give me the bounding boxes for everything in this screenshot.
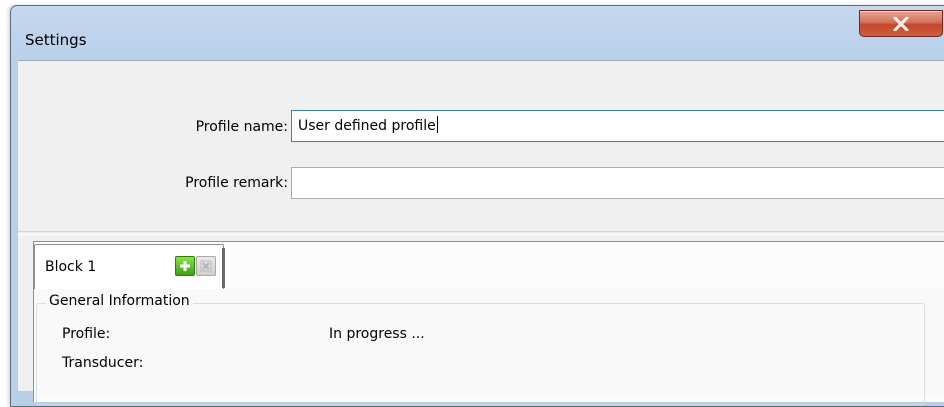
tab-block-1[interactable]: Block 1	[34, 244, 224, 289]
close-button[interactable]	[859, 10, 943, 37]
settings-window: Settings Profile name: User defined prof…	[10, 5, 944, 407]
title-bar[interactable]: Settings	[11, 6, 944, 66]
transducer-info-label: Transducer:	[62, 355, 144, 371]
remove-block-button[interactable]	[196, 256, 216, 276]
profile-name-label: Profile name:	[195, 119, 288, 135]
profile-remark-input[interactable]	[291, 167, 944, 199]
remove-icon	[200, 260, 212, 272]
add-block-button[interactable]	[175, 256, 195, 276]
tab-strip-edge	[222, 248, 225, 288]
general-information-group	[36, 303, 925, 405]
profile-name-input[interactable]: User defined profile	[291, 110, 944, 142]
plus-icon	[180, 261, 190, 271]
general-information-title: General Information	[46, 293, 193, 309]
profile-remark-label: Profile remark:	[185, 175, 288, 191]
section-divider	[18, 231, 944, 235]
profile-info-label: Profile:	[62, 326, 111, 342]
text-caret	[436, 116, 438, 133]
close-icon	[893, 16, 909, 31]
tab-label: Block 1	[45, 259, 97, 275]
dialog-client-area: Profile name: User defined profile Profi…	[18, 60, 944, 405]
window-title: Settings	[25, 31, 87, 49]
profile-info-value: In progress ...	[329, 326, 425, 342]
profile-name-value: User defined profile	[298, 118, 436, 134]
